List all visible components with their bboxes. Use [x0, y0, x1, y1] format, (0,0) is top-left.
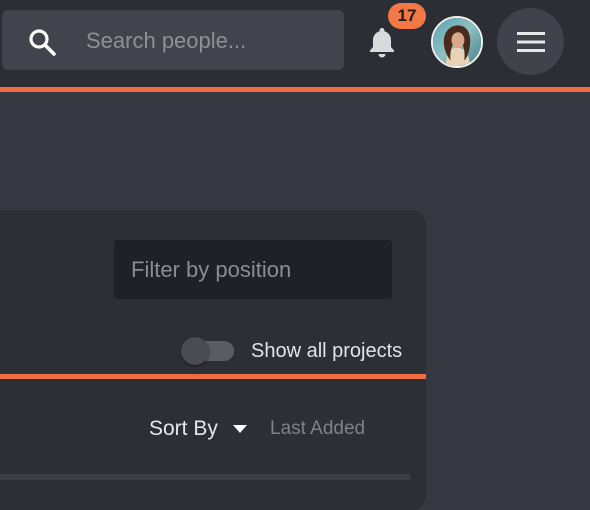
bell-icon[interactable]	[364, 24, 400, 60]
user-avatar[interactable]	[431, 16, 483, 68]
search-box[interactable]	[2, 10, 344, 70]
caret-down-icon[interactable]	[232, 424, 248, 434]
avatar-photo	[433, 18, 481, 66]
notification-count-badge: 17	[388, 3, 426, 29]
sort-by-label: Sort By	[149, 417, 218, 441]
position-filter-box[interactable]	[114, 240, 392, 299]
top-bar-accent-line	[0, 87, 590, 92]
menu-button[interactable]	[497, 8, 564, 75]
show-all-projects-label: Show all projects	[251, 340, 403, 362]
list-item[interactable]	[0, 474, 410, 480]
notifications-button[interactable]	[364, 24, 400, 60]
search-input[interactable]	[86, 24, 331, 58]
hamburger-menu-icon[interactable]	[517, 31, 545, 53]
search-icon[interactable]	[27, 27, 57, 57]
position-filter-input[interactable]	[131, 253, 381, 287]
panel-accent-line	[0, 374, 426, 379]
sort-by-dropdown[interactable]: Sort By	[149, 417, 248, 445]
toggle-knob[interactable]	[181, 337, 209, 365]
sort-value: Last Added	[270, 418, 366, 439]
